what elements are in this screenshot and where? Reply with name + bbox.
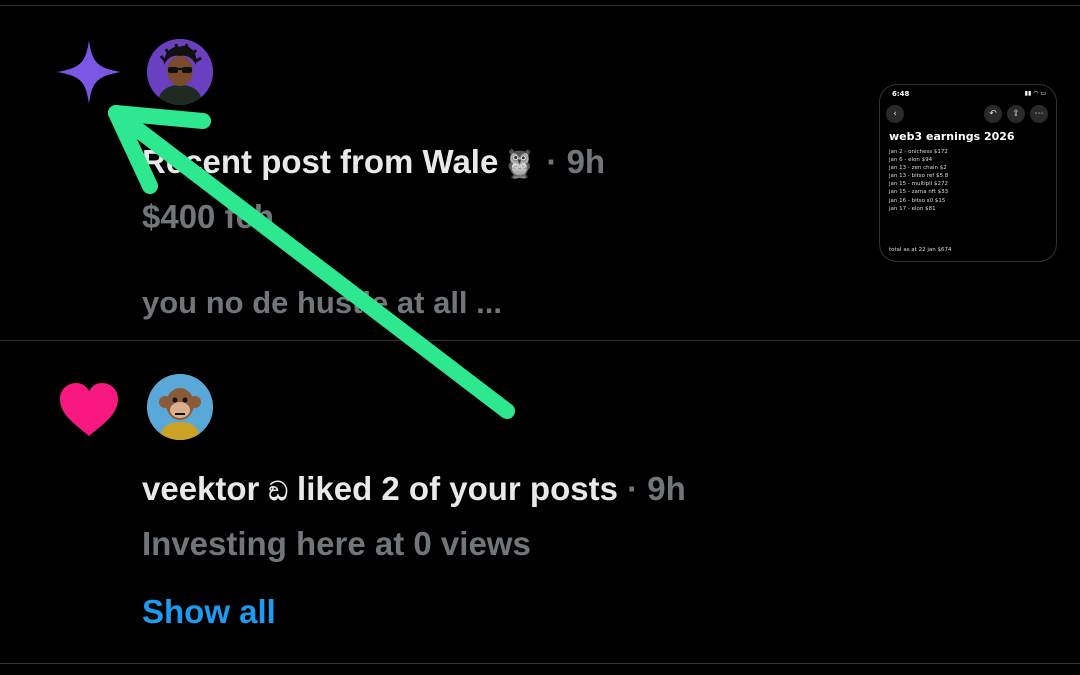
phone-system-icons: ▮▮ ◠ ▭: [1024, 90, 1046, 97]
notification-like[interactable]: veektor ඞ liked 2 of your posts · 9h Inv…: [0, 341, 1080, 663]
note-line: jan 16 - bitso s0 $15: [889, 197, 946, 204]
note-line: jan 13 - bitso ref $5.8: [889, 173, 949, 180]
note-line: jan 17 - elon $81: [889, 205, 936, 212]
note-lines: jan 2 - onichess $172 jan 6 - elon $94 j…: [889, 148, 948, 213]
post-headline[interactable]: Recent post from Wale 🦉 · 9h: [142, 142, 605, 184]
avatar[interactable]: [147, 39, 213, 105]
timestamp: 9h: [566, 143, 606, 180]
note-title: web3 earnings 2026: [889, 130, 1015, 143]
back-icon: ‹: [886, 105, 904, 123]
share-icon: ⇪: [1007, 105, 1025, 123]
heart-icon: [60, 383, 118, 436]
note-line: jan 15 - zama nft $33: [889, 189, 949, 196]
separator: ·: [627, 470, 639, 507]
note-line: jan 2 - onichess $172: [889, 149, 948, 155]
headline-text: Recent post from Wale: [142, 143, 499, 180]
note-line: jan 13 - zen chain $2: [889, 165, 947, 172]
post-image-thumbnail[interactable]: 6:48 ▮▮ ◠ ▭ ‹ ↶ ⇪ ⋯ web3 earnings 2026 j…: [879, 84, 1057, 262]
timestamp: 9h: [647, 470, 686, 507]
post-line-2: $400 feh: [142, 198, 275, 235]
note-total: total as at 22 jan $674: [889, 247, 952, 253]
username: veektor: [142, 470, 260, 507]
bottom-divider: [0, 663, 1080, 664]
separator: ·: [546, 143, 558, 180]
sparkle-star-icon: [57, 40, 121, 104]
like-action-text: liked 2 of your posts: [297, 470, 618, 507]
avatar-illustration: [147, 374, 213, 440]
owl-emoji: 🦉: [502, 148, 538, 179]
undo-icon: ↶: [984, 105, 1002, 123]
note-line: jan 15 - multipli $272: [889, 181, 948, 188]
user-symbol: ඞ: [268, 477, 288, 507]
notification-new-post[interactable]: Recent post from Wale 🦉 · 9h $400 feh you…: [0, 0, 1080, 341]
avatar-illustration: [147, 39, 213, 105]
more-icon: ⋯: [1030, 105, 1048, 123]
avatar[interactable]: [147, 374, 213, 440]
post-line-3: you no de hustle at all ...: [142, 285, 502, 320]
note-line: jan 6 - elon $94: [889, 157, 933, 164]
phone-status-time: 6:48: [892, 90, 910, 98]
like-headline[interactable]: veektor ඞ liked 2 of your posts · 9h: [142, 469, 686, 512]
liked-post-preview: Investing here at 0 views: [142, 525, 531, 562]
show-all-link[interactable]: Show all: [142, 592, 276, 632]
